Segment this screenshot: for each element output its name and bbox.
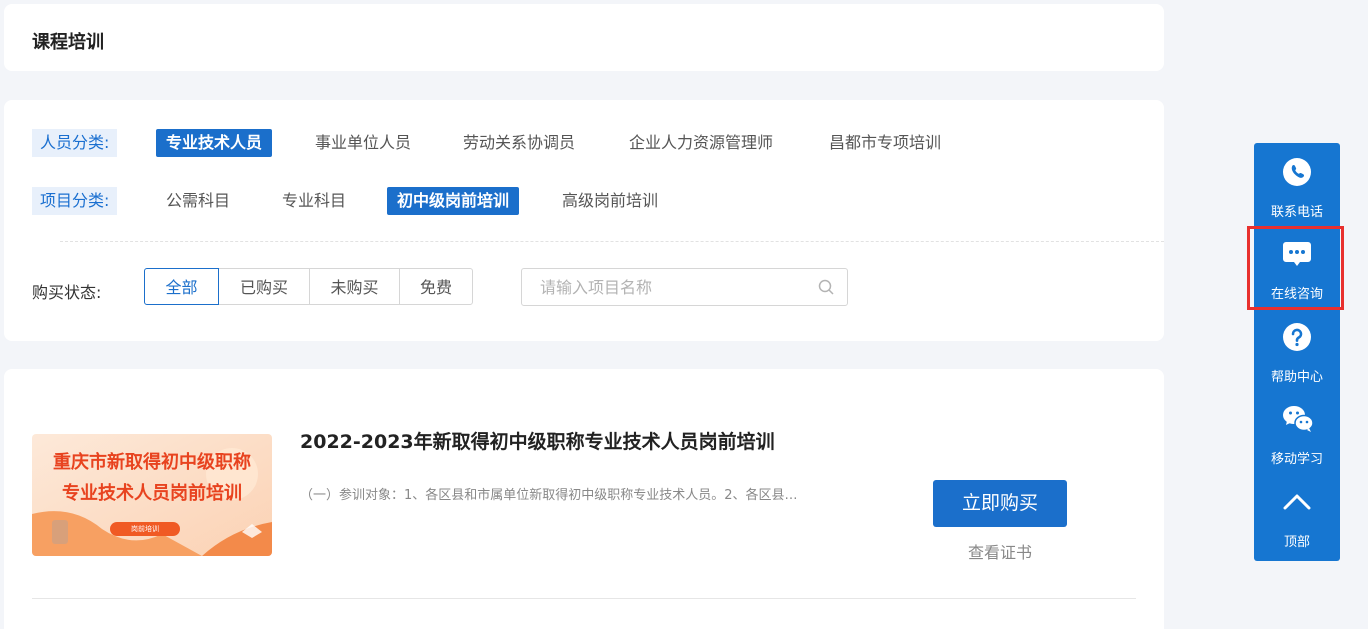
course-title[interactable]: 2022-2023年新取得初中级职称专业技术人员岗前培训 [300, 427, 775, 454]
sidebar-item-label: 移动学习 [1270, 452, 1323, 467]
project-option-senior-pre-job[interactable]: 高级岗前培训 [552, 187, 668, 215]
page-title: 课程培训 [32, 32, 104, 53]
status-purchased-tab[interactable]: 已购买 [218, 268, 310, 305]
project-option-junior-pre-job[interactable]: 初中级岗前培训 [387, 187, 520, 215]
project-option-specialty[interactable]: 专业科目 [272, 187, 356, 215]
arrow-up-icon [1283, 494, 1311, 510]
course-description: （一）参训对象：1、各区县和市属单位新取得初中级职称专业技术人员。2、各区县… [300, 488, 798, 503]
phone-icon [1283, 158, 1311, 186]
sidebar-item-help[interactable]: 帮助中心 [1254, 308, 1340, 390]
buy-now-button[interactable]: 立即购买 [933, 480, 1067, 527]
person-option-professional[interactable]: 专业技术人员 [156, 129, 273, 157]
wechat-icon [1283, 406, 1314, 432]
purchase-status-label: 购买状态: [32, 283, 102, 302]
row-divider [32, 598, 1136, 599]
person-option-hr-manager[interactable]: 企业人力资源管理师 [619, 129, 783, 157]
status-not-purchased-tab[interactable]: 未购买 [309, 268, 400, 305]
status-all-tab[interactable]: 全部 [144, 268, 219, 305]
floating-sidebar: 联系电话 在线咨询 帮助中心 移动学习 顶部 [1254, 143, 1340, 561]
person-option-institution[interactable]: 事业单位人员 [305, 129, 421, 157]
page-title-card: 课程培训 [4, 4, 1164, 71]
project-category-label: 项目分类: [32, 187, 118, 215]
sidebar-item-phone[interactable]: 联系电话 [1254, 143, 1340, 225]
divider [60, 241, 1164, 242]
sidebar-item-top[interactable]: 顶部 [1254, 473, 1340, 555]
sidebar-item-label: 帮助中心 [1270, 370, 1323, 385]
status-free-tab[interactable]: 免费 [399, 268, 473, 305]
search-field [521, 268, 848, 306]
course-thumbnail[interactable]: 重庆市新取得初中级职称 专业技术人员岗前培训 岗前培训 [32, 434, 272, 556]
highlight-box [1247, 226, 1344, 310]
sidebar-item-mobile[interactable]: 移动学习 [1254, 390, 1340, 472]
view-certificate-link[interactable]: 查看证书 [933, 539, 1067, 563]
project-option-public[interactable]: 公需科目 [156, 187, 240, 215]
filter-panel: 人员分类: 专业技术人员 事业单位人员 劳动关系协调员 企业人力资源管理师 昌都… [4, 100, 1164, 341]
search-icon[interactable] [818, 279, 835, 296]
person-category-label: 人员分类: [32, 129, 118, 157]
thumbnail-title-line1: 重庆市新取得初中级职称 [53, 452, 251, 473]
thumbnail-badge: 岗前培训 [131, 525, 159, 533]
course-list: 重庆市新取得初中级职称 专业技术人员岗前培训 岗前培训 2022-2023年新取… [4, 369, 1164, 629]
help-icon [1283, 323, 1311, 351]
thumbnail-title-line2: 专业技术人员岗前培训 [62, 483, 242, 504]
sidebar-item-label: 顶部 [1283, 535, 1310, 550]
search-input[interactable] [522, 269, 830, 305]
sidebar-item-label: 联系电话 [1270, 205, 1323, 220]
person-option-labor-relations[interactable]: 劳动关系协调员 [453, 129, 585, 157]
person-option-changdu[interactable]: 昌都市专项培训 [819, 129, 951, 157]
